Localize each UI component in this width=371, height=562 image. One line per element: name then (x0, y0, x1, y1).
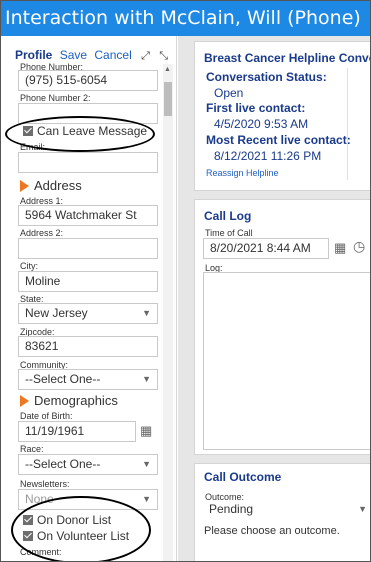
outcome-hint: Please choose an outcome. (204, 525, 340, 537)
race-select-value: --Select One-- (25, 457, 101, 471)
profile-panel: Profile Save Cancel ⤢ ⤡ Phone Number: (9… (1, 36, 177, 561)
profile-save-link[interactable]: Save (60, 48, 87, 62)
comment-label: Comment: (20, 547, 62, 557)
reassign-helpline-link[interactable]: Reassign Helpline (206, 168, 279, 178)
phone-number2-label: Phone Number 2: (20, 93, 91, 103)
call-outcome-title: Call Outcome (204, 470, 282, 484)
on-donor-list-checkbox[interactable]: On Donor List (23, 513, 111, 527)
checkbox-checked-icon (23, 126, 33, 136)
chevron-down-icon: ▼ (142, 459, 151, 469)
call-outcome-card: Call Outcome Outcome: Pending ▼ Please c… (194, 463, 370, 561)
chevron-down-icon: ▼ (142, 308, 151, 318)
interaction-window: Interaction with McClain, Will (Phone) P… (0, 0, 371, 562)
dob-input[interactable]: 11/19/1961 (18, 421, 136, 442)
conversation-status-value: Open (214, 86, 244, 100)
address-section-label: Address (34, 178, 82, 193)
demographics-section-label: Demographics (34, 393, 118, 408)
chevron-down-icon: ▼ (358, 504, 367, 514)
email-input[interactable] (18, 152, 158, 173)
recent-contact-value: 8/12/2021 11:26 PM (214, 149, 322, 163)
calendar-icon[interactable]: ▦ (334, 240, 346, 256)
helpline-card-title: Breast Cancer Helpline Conve (204, 51, 371, 65)
dob-label: Date of Birth: (20, 411, 73, 421)
community-select-value: --Select One-- (25, 372, 101, 386)
address1-input[interactable]: 5964 Watchmaker St (18, 205, 158, 226)
conversation-status-label: Conversation Status: (206, 70, 327, 84)
checkbox-checked-icon (23, 531, 33, 541)
on-volunteer-list-label: On Volunteer List (37, 529, 130, 543)
city-input[interactable]: Moline (18, 271, 158, 292)
city-label: City: (20, 261, 38, 271)
phone-number-input[interactable]: (975) 515-6054 (18, 70, 158, 91)
first-contact-label: First live contact: (206, 101, 306, 115)
address2-input[interactable] (18, 238, 158, 259)
profile-cancel-link[interactable]: Cancel (94, 48, 131, 62)
call-log-card: Call Log Time of Call 8/20/2021 8:44 AM … (194, 199, 370, 455)
can-leave-message-checkbox[interactable]: Can Leave Message (23, 124, 147, 138)
race-select[interactable]: --Select One-- ▼ (18, 454, 158, 475)
calendar-icon[interactable]: ▦ (140, 423, 152, 439)
race-label: Race: (20, 444, 44, 454)
address-section-toggle[interactable]: Address (20, 178, 82, 193)
zipcode-input[interactable]: 83621 (18, 336, 158, 357)
clock-icon[interactable]: ◷ (353, 238, 365, 255)
outcome-select[interactable]: Pending ▼ (203, 500, 370, 521)
on-volunteer-list-checkbox[interactable]: On Volunteer List (23, 529, 129, 543)
first-contact-value: 4/5/2020 9:53 AM (214, 117, 309, 131)
card-divider (347, 68, 348, 180)
outcome-select-value: Pending (209, 502, 254, 516)
state-select-value: New Jersey (25, 306, 88, 320)
chevron-down-icon: ▼ (142, 494, 151, 504)
time-of-call-input[interactable]: 8/20/2021 8:44 AM (203, 238, 329, 259)
address2-label: Address 2: (20, 228, 64, 238)
profile-header: Profile Save Cancel ⤢ ⤡ (15, 48, 168, 63)
window-title: Interaction with McClain, Will (Phone) (1, 1, 370, 36)
on-donor-list-label: On Donor List (37, 513, 112, 527)
expand-arrow-icon (20, 395, 29, 407)
community-select[interactable]: --Select One-- ▼ (18, 369, 158, 390)
chevron-down-icon: ▼ (142, 374, 151, 384)
expand-arrow-icon (20, 180, 29, 192)
scroll-up-icon[interactable]: ▲ (164, 66, 171, 73)
call-log-title: Call Log (204, 209, 252, 223)
state-select[interactable]: New Jersey ▼ (18, 303, 158, 324)
expand-icon[interactable]: ⤢ (141, 50, 150, 62)
scrollbar-thumb[interactable] (164, 82, 172, 116)
log-textarea[interactable] (203, 272, 370, 450)
collapse-icon[interactable]: ⤡ (159, 50, 168, 62)
profile-title: Profile (15, 48, 53, 62)
newsletters-select-value: None (25, 492, 54, 506)
recent-contact-label: Most Recent live contact: (206, 133, 351, 147)
checkbox-checked-icon (23, 515, 33, 525)
newsletters-select[interactable]: None ▼ (18, 489, 158, 510)
helpline-card: Breast Cancer Helpline Conve Conversatio… (194, 41, 371, 191)
email-label: Email: (20, 142, 46, 152)
newsletters-label: Newsletters: (20, 479, 70, 489)
profile-scrollbar[interactable]: ▲ (163, 64, 173, 561)
phone-number2-input[interactable] (18, 103, 158, 124)
demographics-section-toggle[interactable]: Demographics (20, 393, 118, 408)
can-leave-message-label: Can Leave Message (37, 124, 148, 138)
time-of-call-label: Time of Call (205, 228, 253, 238)
